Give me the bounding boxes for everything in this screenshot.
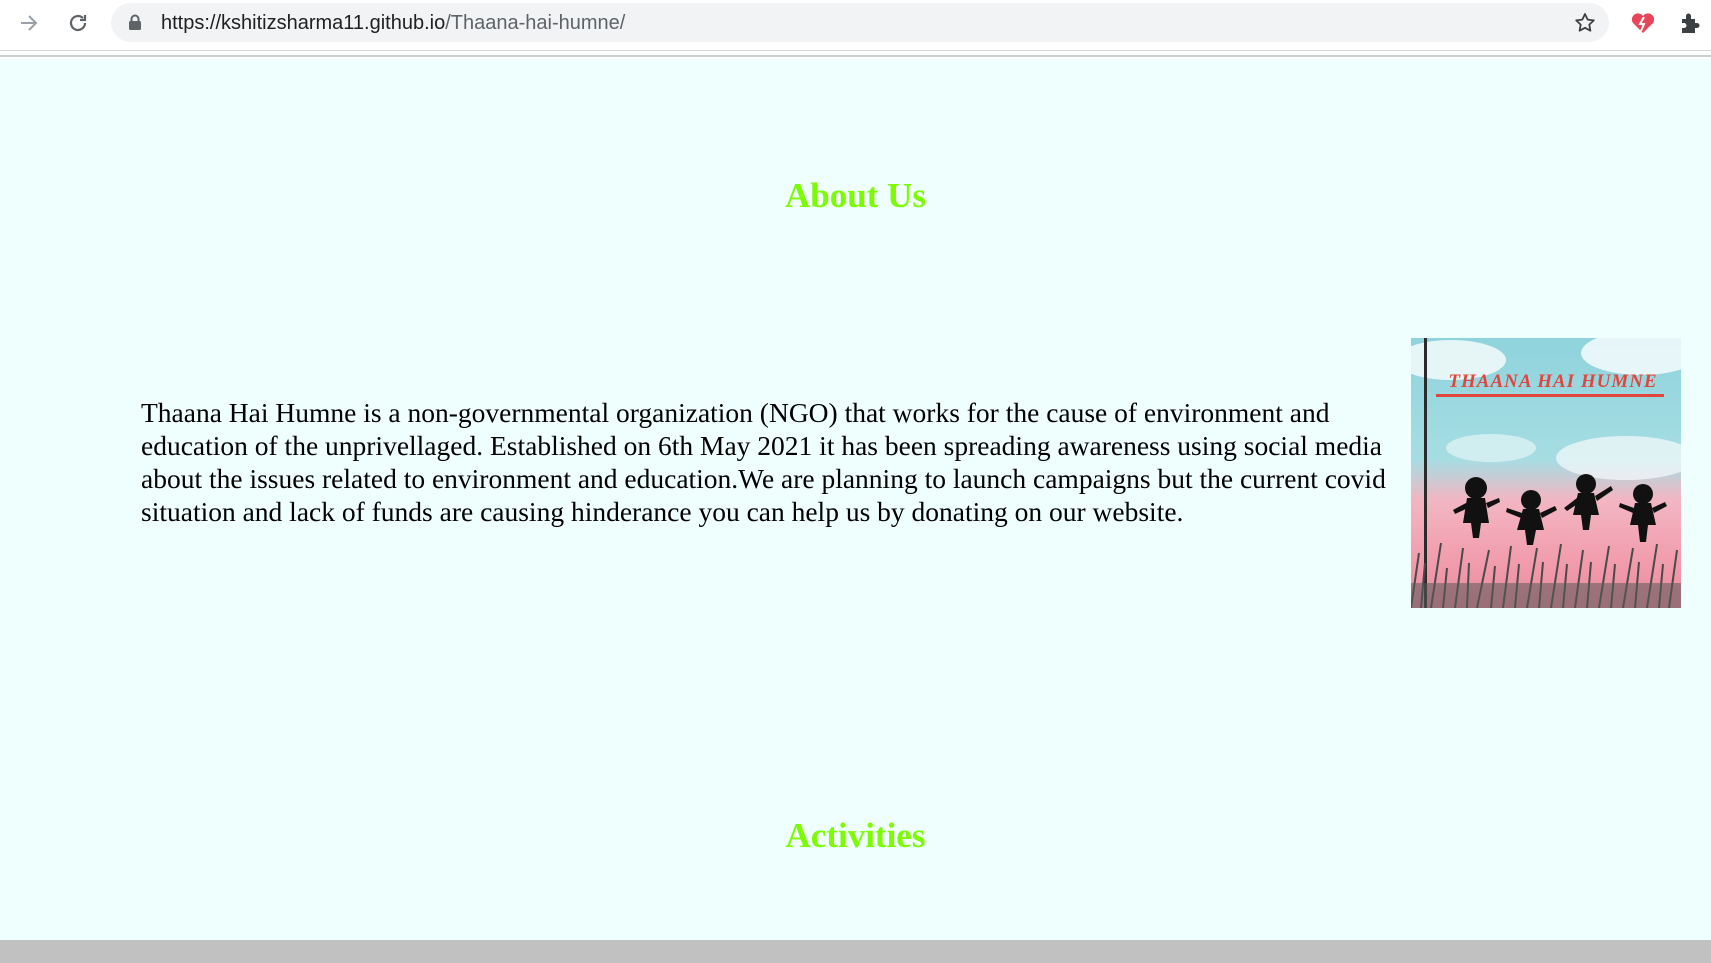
horizontal-scrollbar[interactable] [0,940,1711,963]
toolbar-divider [0,55,1711,57]
about-us-heading: About Us [784,176,926,215]
star-icon[interactable] [1573,11,1597,35]
about-us-text: Thaana Hai Humne is a non-governmental o… [141,397,1386,527]
browser-toolbar: https://kshitizsharma11.github.io/Thaana… [0,0,1711,51]
ngo-logo-image: THAANA HAI HUMNE [1411,338,1681,608]
lock-icon[interactable] [128,14,142,30]
activities-heading: Activities [785,816,926,855]
page-content: About Us Thaana Hai Humne is a non-gover… [0,59,1711,940]
heart-extension-icon[interactable] [1630,10,1656,36]
reload-icon [69,14,87,32]
url-path: /Thaana-hai-humne/ [445,12,626,34]
address-bar[interactable]: https://kshitizsharma11.github.io/Thaana… [111,3,1609,42]
forward-button[interactable] [12,6,46,40]
logo-text: THAANA HAI HUMNE [1448,371,1657,392]
forward-arrow-icon [21,15,38,31]
puzzle-extension-icon[interactable] [1677,10,1703,36]
reload-button[interactable] [61,6,95,40]
url-text[interactable]: https://kshitizsharma11.github.io/Thaana… [161,12,625,35]
url-host: https://kshitizsharma11.github.io [161,12,446,34]
